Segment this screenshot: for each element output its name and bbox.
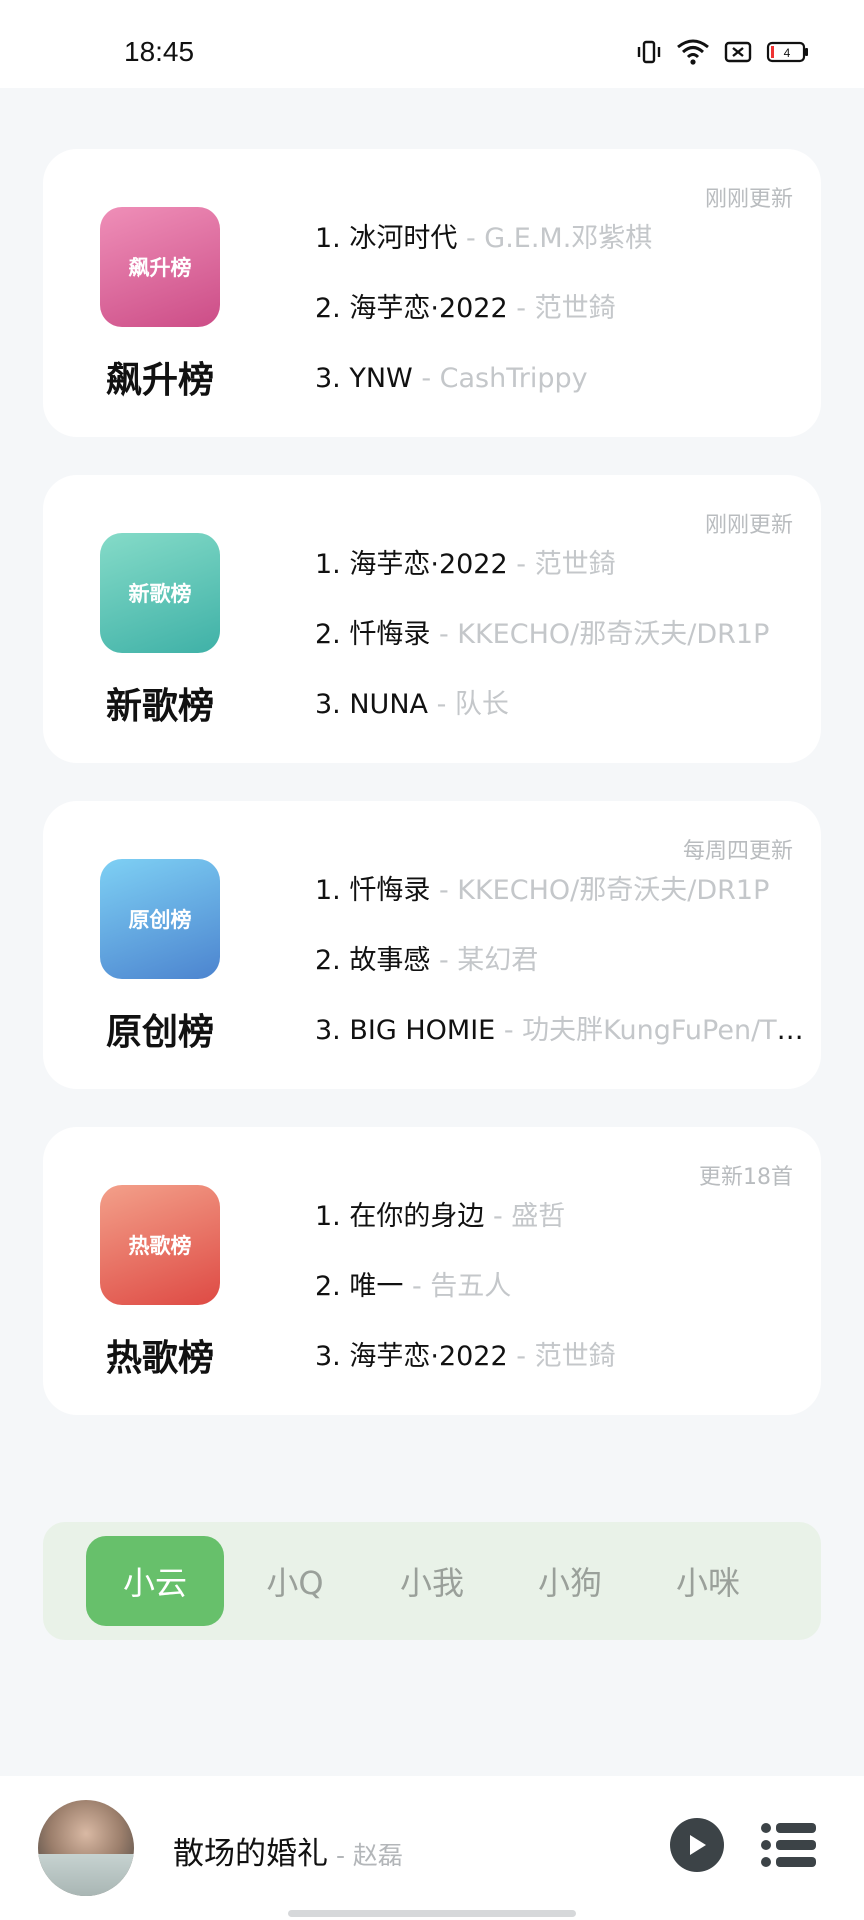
- song-item[interactable]: 2. 海芋恋·2022 - 范世錡: [315, 292, 815, 362]
- now-playing-artist: - 赵磊: [328, 1841, 403, 1870]
- song-index: 2.: [315, 619, 341, 650]
- song-index: 2.: [315, 1271, 341, 1302]
- tab-xiaoyun[interactable]: 小云: [86, 1536, 224, 1626]
- chart-update-status: 每周四更新: [682, 839, 793, 864]
- song-artist: - CashTrippy: [412, 363, 588, 394]
- chart-name: 原创榜: [105, 1012, 214, 1053]
- tab-xiaowo[interactable]: 小我: [363, 1536, 501, 1626]
- play-icon[interactable]: [670, 1818, 724, 1872]
- song-item[interactable]: 1. 海芋恋·2022 - 范世錡: [315, 548, 815, 618]
- song-title: YNW: [349, 363, 413, 394]
- song-index: 3.: [315, 1341, 341, 1372]
- now-playing[interactable]: 散场的婚礼 - 赵磊: [173, 1828, 403, 1873]
- song-item[interactable]: 2. 唯一 - 告五人: [315, 1270, 815, 1340]
- song-item[interactable]: 1. 在你的身边 - 盛哲: [315, 1200, 815, 1270]
- song-title: 忏悔录: [349, 619, 431, 650]
- song-title: 忏悔录: [349, 875, 431, 906]
- sim-off-icon: [724, 40, 752, 68]
- status-time: 18:45: [124, 36, 195, 67]
- tab-xiaogou[interactable]: 小狗: [501, 1536, 639, 1626]
- album-art[interactable]: [38, 1800, 134, 1896]
- song-title: 海芋恋·2022: [349, 549, 508, 580]
- home-indicator[interactable]: [288, 1910, 576, 1917]
- chart-card-hot[interactable]: 热歌榜 热歌榜 更新18首 1. 在你的身边 - 盛哲 2. 唯一 - 告五人 …: [43, 1127, 821, 1415]
- chart-song-list: 1. 海芋恋·2022 - 范世錡 2. 忏悔录 - KKECHO/那奇沃夫/D…: [315, 548, 815, 758]
- song-artist: - 告五人: [403, 1271, 512, 1302]
- tab-xiaoq[interactable]: 小Q: [226, 1536, 364, 1626]
- song-item[interactable]: 1. 忏悔录 - KKECHO/那奇沃夫/DR1P: [315, 874, 815, 944]
- chart-song-list: 1. 冰河时代 - G.E.M.邓紫棋 2. 海芋恋·2022 - 范世錡 3.…: [315, 222, 815, 432]
- chart-cover-label: 热歌榜: [128, 1234, 192, 1258]
- song-artist: - 功夫胖KungFuPen/Th...: [495, 1015, 815, 1046]
- chart-cover-label: 飙升榜: [128, 256, 192, 280]
- song-index: 2.: [315, 945, 341, 976]
- song-title: 冰河时代: [349, 223, 458, 254]
- song-index: 3.: [315, 363, 341, 394]
- now-playing-title: 散场的婚礼: [173, 1836, 328, 1872]
- song-title: BIG HOMIE: [349, 1015, 496, 1046]
- chart-update-status: 刚刚更新: [704, 513, 793, 538]
- song-artist: - 范世錡: [507, 1341, 616, 1372]
- chart-cover-label: 原创榜: [128, 908, 192, 932]
- song-title: 故事感: [349, 945, 431, 976]
- chart-card-soaring[interactable]: 飙升榜 飙升榜 刚刚更新 1. 冰河时代 - G.E.M.邓紫棋 2. 海芋恋·…: [43, 149, 821, 437]
- chart-update-status: 更新18首: [699, 1165, 793, 1190]
- chart-cover-label: 新歌榜: [128, 582, 192, 606]
- song-title: 在你的身边: [349, 1201, 485, 1232]
- song-index: 2.: [315, 293, 341, 324]
- song-artist: - 范世錡: [507, 549, 616, 580]
- song-artist: - 某幻君: [430, 945, 539, 976]
- song-index: 1.: [315, 549, 341, 580]
- song-title: 唯一: [349, 1271, 404, 1302]
- status-bar: 18:45 4: [0, 0, 864, 88]
- battery-icon: 4: [766, 40, 810, 68]
- mini-player[interactable]: 散场的婚礼 - 赵磊: [0, 1776, 864, 1920]
- chart-update-status: 刚刚更新: [704, 187, 793, 212]
- song-item[interactable]: 1. 冰河时代 - G.E.M.邓紫棋: [315, 222, 815, 292]
- song-index: 1.: [315, 1201, 341, 1232]
- wifi-icon: [676, 38, 710, 70]
- song-artist: - 盛哲: [484, 1201, 566, 1232]
- chart-cover[interactable]: 原创榜: [100, 859, 220, 979]
- chart-cover[interactable]: 热歌榜: [100, 1185, 220, 1305]
- status-icons: 4: [636, 38, 810, 70]
- song-index: 1.: [315, 875, 341, 906]
- playlist-icon[interactable]: [760, 1822, 818, 1868]
- song-artist: - KKECHO/那奇沃夫/DR1P: [430, 875, 770, 906]
- vibrate-icon: [636, 39, 662, 69]
- song-index: 3.: [315, 689, 341, 720]
- song-artist: - G.E.M.邓紫棋: [457, 223, 653, 254]
- song-index: 1.: [315, 223, 341, 254]
- tab-xiaomi[interactable]: 小咪: [639, 1536, 777, 1626]
- song-item[interactable]: 3. YNW - CashTrippy: [315, 362, 815, 432]
- battery-level: 4: [784, 46, 791, 60]
- song-artist: - KKECHO/那奇沃夫/DR1P: [430, 619, 770, 650]
- chart-song-list: 1. 忏悔录 - KKECHO/那奇沃夫/DR1P 2. 故事感 - 某幻君 3…: [315, 874, 815, 1084]
- chart-name: 新歌榜: [105, 686, 214, 727]
- chart-cover[interactable]: 飙升榜: [100, 207, 220, 327]
- chart-cover[interactable]: 新歌榜: [100, 533, 220, 653]
- song-item[interactable]: 3. NUNA - 队长: [315, 688, 815, 758]
- source-tab-bar: 小云 小Q 小我 小狗 小咪: [43, 1522, 821, 1640]
- song-title: 海芋恋·2022: [349, 293, 508, 324]
- song-title: NUNA: [349, 689, 428, 720]
- song-item[interactable]: 3. BIG HOMIE - 功夫胖KungFuPen/Th...: [315, 1014, 815, 1084]
- song-title: 海芋恋·2022: [349, 1341, 508, 1372]
- chart-song-list: 1. 在你的身边 - 盛哲 2. 唯一 - 告五人 3. 海芋恋·2022 - …: [315, 1200, 815, 1410]
- song-item[interactable]: 2. 故事感 - 某幻君: [315, 944, 815, 1014]
- song-item[interactable]: 2. 忏悔录 - KKECHO/那奇沃夫/DR1P: [315, 618, 815, 688]
- chart-name: 飙升榜: [105, 360, 214, 401]
- chart-card-new[interactable]: 新歌榜 新歌榜 刚刚更新 1. 海芋恋·2022 - 范世錡 2. 忏悔录 - …: [43, 475, 821, 763]
- song-artist: - 范世錡: [507, 293, 616, 324]
- chart-card-original[interactable]: 原创榜 原创榜 每周四更新 1. 忏悔录 - KKECHO/那奇沃夫/DR1P …: [43, 801, 821, 1089]
- song-item[interactable]: 3. 海芋恋·2022 - 范世錡: [315, 1340, 815, 1410]
- chart-name: 热歌榜: [105, 1338, 214, 1379]
- song-artist: - 队长: [428, 689, 509, 720]
- song-index: 3.: [315, 1015, 341, 1046]
